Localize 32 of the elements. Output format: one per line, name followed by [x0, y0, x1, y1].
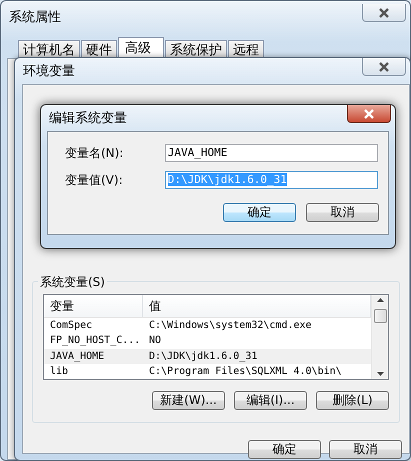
window-title: 系统属性	[9, 9, 62, 26]
tab[interactable]: 系统保护	[165, 40, 227, 58]
variable-name: ComSpec	[49, 320, 94, 332]
variable-name: JAVA_HOME	[49, 350, 106, 362]
tab[interactable]: 高级	[118, 37, 164, 58]
group-label: 系统变量(S)	[38, 274, 107, 291]
button[interactable]: 确定	[223, 203, 296, 222]
field-label: 变量名(N):	[65, 144, 124, 162]
list-row[interactable]: lib C:\Program Files\SQLXML 4.0\bin\	[44, 364, 371, 379]
variable-name: lib	[49, 366, 70, 377]
button[interactable]: 取消	[329, 440, 402, 459]
button[interactable]: 编辑(I)...	[234, 391, 307, 410]
button[interactable]: 取消	[306, 203, 379, 222]
field-label: 变量值(V):	[65, 172, 124, 188]
variable-name: FP_NO_HOST_C...	[49, 335, 142, 346]
variable-value: C:\Windows\system32\cmd.exe	[148, 320, 313, 332]
list-row[interactable]: ComSpec C:\Windows\system32\cmd.exe	[44, 318, 371, 334]
tab[interactable]: 硬件	[81, 40, 117, 58]
tab[interactable]: 计算机名	[18, 40, 80, 58]
button[interactable]: 新建(W)...	[152, 391, 225, 410]
button[interactable]: 删除(L)	[316, 391, 389, 410]
list-row[interactable]: FP_NO_HOST_C... NO	[44, 333, 371, 348]
column-header[interactable]: 变量	[44, 295, 143, 317]
button[interactable]: 确定	[248, 440, 321, 459]
list-row[interactable]: JAVA_HOME D:\JDK\jdk1.6.0_31	[44, 348, 371, 364]
window-title: 编辑系统变量	[49, 110, 128, 127]
tab[interactable]: 远程	[228, 40, 264, 58]
input-field[interactable]: JAVA_HOME	[164, 144, 378, 162]
variable-value: C:\Program Files\SQLXML 4.0\bin\	[148, 366, 343, 377]
variable-value: D:\JDK\jdk1.6.0_31	[148, 350, 258, 362]
window-title: 环境变量	[23, 63, 76, 80]
variable-value: NO	[148, 335, 162, 346]
